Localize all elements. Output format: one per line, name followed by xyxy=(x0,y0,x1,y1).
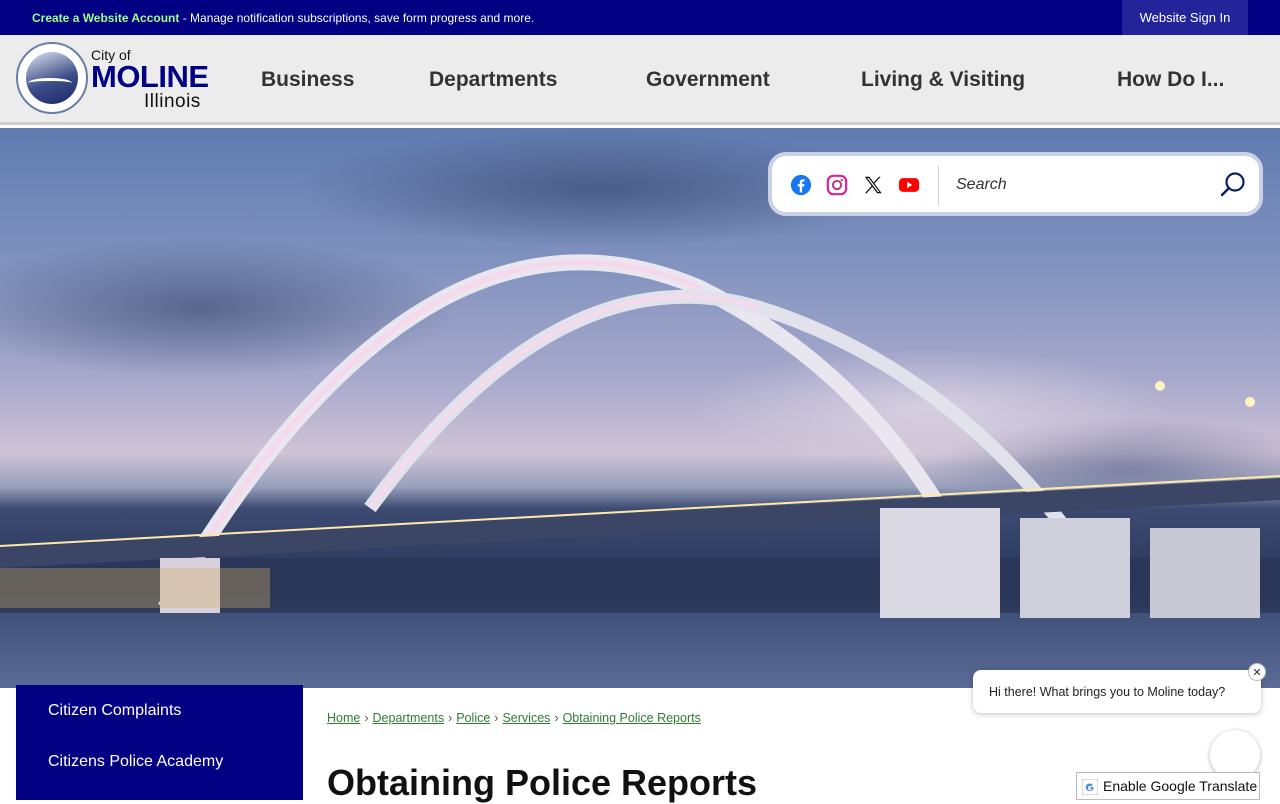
x-icon[interactable] xyxy=(862,174,884,196)
chat-greeting-text: Hi there! What brings you to Moline toda… xyxy=(989,684,1226,699)
create-account-link[interactable]: Create a Website Account xyxy=(32,11,179,25)
google-translate-icon xyxy=(1082,779,1098,795)
search-divider xyxy=(938,166,939,206)
breadcrumb-departments[interactable]: Departments xyxy=(373,711,445,725)
chat-greeting-bubble[interactable]: Hi there! What brings you to Moline toda… xyxy=(973,670,1261,713)
breadcrumb-separator: › xyxy=(494,711,499,725)
top-utility-bar: Create a Website Account - Manage notifi… xyxy=(0,0,1280,35)
breadcrumb-separator: › xyxy=(554,711,559,725)
breadcrumb-current-page[interactable]: Obtaining Police Reports xyxy=(563,711,701,725)
create-account-notice: Create a Website Account - Manage notifi… xyxy=(32,11,534,25)
breadcrumb-police[interactable]: Police xyxy=(456,711,490,725)
logo-city-name: MOLINE xyxy=(91,59,209,94)
logo-state: Illinois xyxy=(144,91,201,112)
sidenav-item-citizens-police-academy[interactable]: Citizens Police Academy xyxy=(48,753,223,771)
breadcrumb: Home › Departments › Police › Services › Obtaini… xyxy=(327,711,701,725)
nav-item-government[interactable]: Government xyxy=(646,35,770,125)
city-seal-icon xyxy=(16,42,88,114)
search-social-panel xyxy=(768,152,1263,216)
website-sign-in-button[interactable]: Website Sign In xyxy=(1122,0,1248,35)
nav-item-business[interactable]: Business xyxy=(261,35,354,125)
google-translate-label: Enable Google Translate xyxy=(1103,778,1258,794)
google-translate-button[interactable]: Enable Google Translate xyxy=(1076,772,1260,800)
instagram-icon[interactable] xyxy=(826,174,848,196)
section-side-nav: Citizen Complaints Citizens Police Acade… xyxy=(16,685,303,800)
search-icon[interactable] xyxy=(1218,170,1248,200)
nav-item-how-do-i[interactable]: How Do I... xyxy=(1117,35,1224,125)
nav-item-living-visiting[interactable]: Living & Visiting xyxy=(861,35,1025,125)
site-header: City of MOLINE Illinois Business Departm… xyxy=(0,35,1280,125)
sidenav-item-citizen-complaints[interactable]: Citizen Complaints xyxy=(48,702,181,720)
create-account-description: - Manage notification subscriptions, sav… xyxy=(179,11,535,25)
breadcrumb-home[interactable]: Home xyxy=(327,711,360,725)
page-title: Obtaining Police Reports xyxy=(327,762,758,803)
youtube-icon[interactable] xyxy=(898,174,920,196)
breadcrumb-separator: › xyxy=(448,711,453,725)
nav-item-departments[interactable]: Departments xyxy=(429,35,557,125)
facebook-icon[interactable] xyxy=(790,174,812,196)
city-logo[interactable]: City of MOLINE Illinois xyxy=(16,42,216,116)
breadcrumb-services[interactable]: Services xyxy=(502,711,550,725)
search-input[interactable] xyxy=(956,170,1206,200)
breadcrumb-separator: › xyxy=(364,711,369,725)
chat-close-button[interactable]: ✕ xyxy=(1248,663,1266,681)
